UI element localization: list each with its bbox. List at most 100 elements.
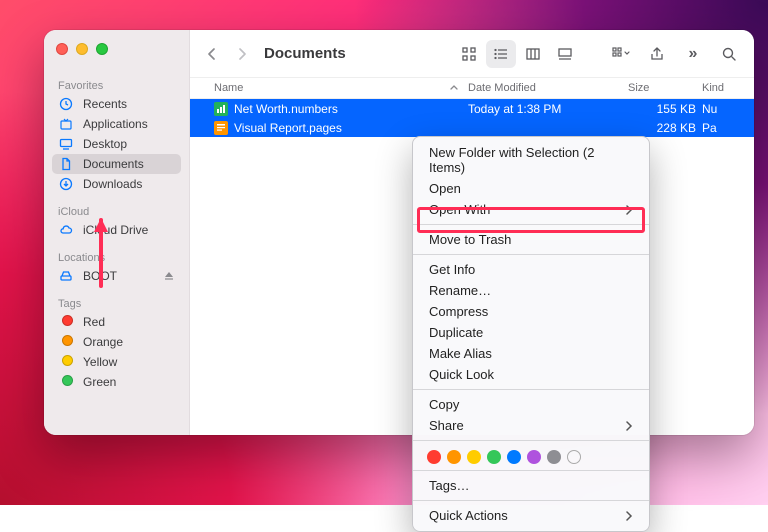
context-menu-item-tags[interactable]: Tags… [413,475,649,496]
toolbar: Documents » [190,30,754,78]
context-menu-item-label: Duplicate [429,325,483,340]
sidebar-item-red[interactable]: Red [52,312,181,332]
view-icon-grid[interactable] [454,40,484,68]
file-name: Visual Report.pages [234,121,342,135]
share-button[interactable] [642,40,672,68]
sidebar-section-label: Locations [52,248,181,266]
tag-color-dot[interactable] [527,450,541,464]
context-menu-item-label: Tags… [429,478,469,493]
context-menu-item-copy[interactable]: Copy [413,394,649,415]
tag-color-dot[interactable] [427,450,441,464]
sidebar-section-label: iCloud [52,202,181,220]
eject-icon[interactable] [164,271,174,281]
sidebar-item-label: Documents [83,157,144,171]
context-menu-item-move-to-trash[interactable]: Move to Trash [413,229,649,250]
window-controls [56,43,108,55]
context-menu-item-rename[interactable]: Rename… [413,280,649,301]
context-menu-item-label: Quick Actions [429,508,508,523]
search-button[interactable] [714,40,744,68]
overflow-button[interactable]: » [678,40,708,68]
drive-icon [59,269,75,283]
context-menu-item-label: Compress [429,304,488,319]
context-menu-item-label: Copy [429,397,459,412]
context-menu-item-duplicate[interactable]: Duplicate [413,322,649,343]
minimize-window-button[interactable] [76,43,88,55]
chevron-right-icon [626,205,633,215]
tag-color-dot[interactable] [547,450,561,464]
sidebar-item-green[interactable]: Green [52,372,181,392]
context-menu-item-quick-look[interactable]: Quick Look [413,364,649,385]
sidebar-item-downloads[interactable]: Downloads [52,174,181,194]
context-menu-item-open-with[interactable]: Open With [413,199,649,220]
column-header-kind[interactable]: Kind [702,82,742,94]
table-row[interactable]: Visual Report.pages 228 KBPa [190,118,754,137]
column-header-date[interactable]: Date Modified [468,82,628,94]
view-mode-switcher [454,40,580,68]
sidebar-item-label: iCloud Drive [83,223,148,237]
sidebar-item-label: BOOT [83,269,117,283]
tag-color-none[interactable] [567,450,581,464]
tag-color-dot[interactable] [467,450,481,464]
view-icon-list[interactable] [486,40,516,68]
zoom-window-button[interactable] [96,43,108,55]
tag-color-dot[interactable] [447,450,461,464]
app-icon [59,117,75,131]
context-menu-item-new-folder-with-selection-2-items[interactable]: New Folder with Selection (2 Items) [413,142,649,178]
file-kind: Pa [702,121,742,135]
context-menu-item-label: Open With [429,202,490,217]
close-window-button[interactable] [56,43,68,55]
download-icon [59,177,75,191]
sidebar-item-boot[interactable]: BOOT [52,266,181,286]
context-menu-item-label: Get Info [429,262,475,277]
nav-back-button[interactable] [200,40,224,68]
context-menu-item-label: Move to Trash [429,232,511,247]
sidebar: Favorites Recents Applications Desktop Docum… [44,30,190,435]
window-title: Documents [264,45,346,62]
file-size: 228 KB [628,121,702,135]
context-menu-item-label: Open [429,181,461,196]
tag-color-dot[interactable] [507,450,521,464]
sidebar-item-desktop[interactable]: Desktop [52,134,181,154]
context-menu-item-share[interactable]: Share [413,415,649,436]
context-menu-item-label: Quick Look [429,367,494,382]
sidebar-item-recents[interactable]: Recents [52,94,181,114]
sidebar-item-label: Recents [83,97,127,111]
file-size: 155 KB [628,102,702,116]
tag-dot-icon [59,355,75,369]
list-header: Name Date Modified Size Kind [190,78,754,99]
desktop-icon [59,137,75,151]
sidebar-item-yellow[interactable]: Yellow [52,352,181,372]
sidebar-item-label: Desktop [83,137,127,151]
table-row[interactable]: Net Worth.numbersToday at 1:38 PM155 KBN… [190,99,754,118]
sidebar-item-applications[interactable]: Applications [52,114,181,134]
context-menu-item-make-alias[interactable]: Make Alias [413,343,649,364]
sidebar-item-label: Red [83,315,105,329]
column-header-name[interactable]: Name [214,82,468,94]
sidebar-item-label: Yellow [83,355,117,369]
context-menu-item-quick-actions[interactable]: Quick Actions [413,505,649,526]
context-menu: New Folder with Selection (2 Items) Open O… [412,136,650,532]
tag-dot-icon [59,375,75,389]
context-menu-item-compress[interactable]: Compress [413,301,649,322]
context-menu-item-label: New Folder with Selection (2 Items) [429,145,633,175]
arrange-button[interactable] [606,40,636,68]
file-date: Today at 1:38 PM [468,102,628,116]
sidebar-item-label: Green [83,375,116,389]
tag-dot-icon [59,335,75,349]
view-icon-columns[interactable] [518,40,548,68]
context-menu-item-open[interactable]: Open [413,178,649,199]
tag-color-dot[interactable] [487,450,501,464]
sidebar-section-label: Favorites [52,76,181,94]
context-menu-item-get-info[interactable]: Get Info [413,259,649,280]
chevron-right-icon [626,511,633,521]
view-icon-gallery[interactable] [550,40,580,68]
chevron-right-icon [626,421,633,431]
nav-forward-button[interactable] [230,40,254,68]
column-header-size[interactable]: Size [628,82,702,94]
sidebar-item-documents[interactable]: Documents [52,154,181,174]
file-kind: Nu [702,102,742,116]
sidebar-item-orange[interactable]: Orange [52,332,181,352]
context-menu-item-label: Share [429,418,464,433]
numbers-file-icon [214,102,228,116]
sidebar-item-icloud-drive[interactable]: iCloud Drive [52,220,181,240]
